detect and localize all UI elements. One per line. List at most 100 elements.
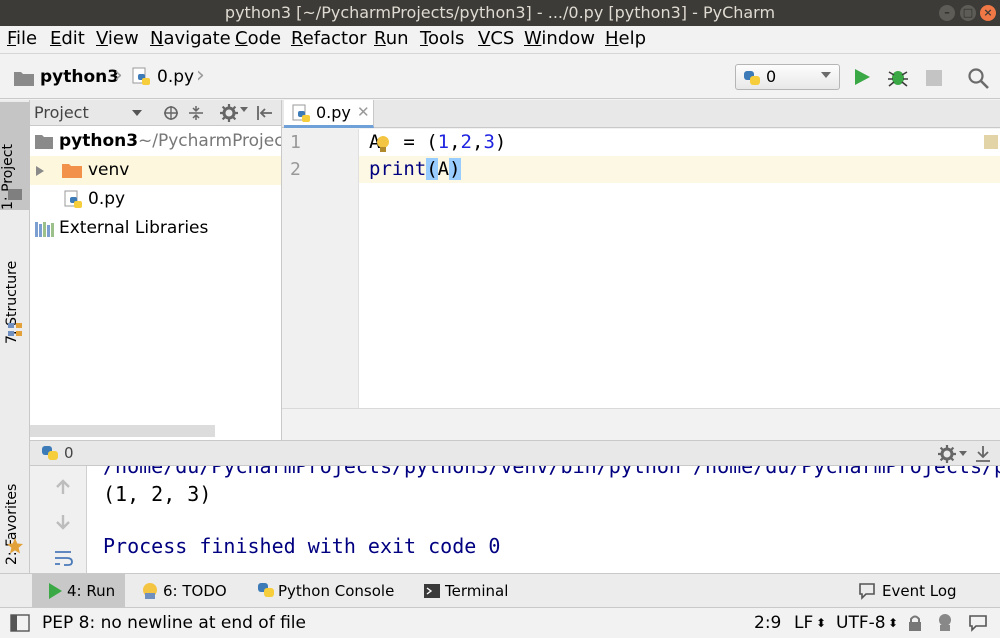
menu-file[interactable]: File (7, 28, 37, 49)
caret-position[interactable]: 2:9 (754, 613, 781, 633)
breadcrumb-file[interactable]: 0.py (157, 67, 194, 87)
console-output: (1, 2, 3) (103, 482, 212, 506)
arrow-down-icon[interactable] (54, 513, 72, 531)
project-panel-header: Project (30, 100, 281, 126)
todo-tool-tab-label: 6: TODO (163, 582, 227, 600)
soft-wrap-icon[interactable] (53, 548, 75, 568)
editor-gutter: 1 2 (282, 129, 359, 408)
folder-icon (14, 72, 34, 86)
inspection-icon[interactable] (936, 613, 954, 633)
python-icon (744, 71, 760, 85)
debug-icon[interactable] (886, 66, 910, 88)
minimize-button[interactable]: – (939, 5, 955, 21)
window-title: python3 [~/PycharmProjects/python3] - ..… (224, 3, 776, 22)
run-tool-tab-label: 4: Run (67, 582, 116, 600)
hide-tool-windows-icon[interactable] (10, 614, 30, 632)
lock-icon[interactable] (906, 614, 924, 632)
run-tab-label[interactable]: 0 (64, 444, 74, 462)
line-number: 1 (290, 132, 301, 153)
chevron-down-icon[interactable] (132, 110, 142, 116)
line-separator[interactable]: LF (794, 613, 813, 633)
python-console-tool-tab-label: Python Console (278, 582, 395, 600)
editor-tab-label: 0.py (316, 103, 351, 122)
menu-window[interactable]: Window (524, 28, 595, 49)
line-number: 2 (290, 159, 301, 180)
close-button[interactable]: × (980, 5, 996, 21)
python-file-icon (292, 104, 310, 122)
code-editor[interactable]: A = (1,2,3) print(A) (359, 129, 1000, 408)
chevron-right-icon[interactable] (34, 165, 46, 177)
chevron-updown-icon[interactable]: ⬍ (888, 616, 898, 630)
folder-icon (35, 135, 53, 149)
horizontal-scrollbar[interactable] (30, 425, 215, 437)
menu-navigate[interactable]: Navigate (150, 28, 231, 49)
tree-item-external-libraries[interactable]: External Libraries (30, 214, 281, 243)
python-console-tool-tab[interactable]: Python Console (253, 574, 403, 607)
run-tool-tab[interactable]: 4: Run (32, 574, 125, 607)
tree-item-venv[interactable]: venv (30, 156, 281, 185)
run-configuration-value: 0 (766, 67, 777, 86)
run-icon (49, 583, 62, 599)
python-icon (258, 583, 274, 597)
inspection-marker[interactable] (984, 135, 998, 149)
run-icon[interactable] (852, 67, 872, 87)
chevron-down-icon[interactable] (959, 451, 967, 456)
locate-icon[interactable] (163, 105, 179, 121)
folder-icon (62, 164, 82, 178)
todo-tool-tab[interactable]: 6: TODO (135, 574, 235, 607)
menu-help[interactable]: Help (605, 28, 646, 49)
chevron-updown-icon[interactable]: ⬍ (816, 616, 826, 630)
status-message: PEP 8: no newline at end of file (42, 613, 306, 633)
chevron-right-icon: › (114, 63, 123, 88)
structure-icon (8, 323, 22, 336)
lightbulb-icon[interactable] (375, 135, 391, 155)
tree-root-name: python3 (59, 131, 139, 151)
menu-vcs[interactable]: VCS (478, 28, 514, 49)
console-command: /home/du/PycharmProjects/python3/venv/bi… (103, 466, 1000, 478)
arrow-up-icon[interactable] (54, 478, 72, 496)
tree-root-path: ~/PycharmProjects/python3 (138, 131, 282, 151)
menu-tools[interactable]: Tools (420, 28, 464, 49)
file-encoding[interactable]: UTF-8 (836, 613, 886, 633)
window-title-bar: python3 [~/PycharmProjects/python3] - ..… (0, 0, 1000, 26)
terminal-tool-tab[interactable]: Terminal (420, 574, 520, 607)
search-icon[interactable] (967, 67, 991, 91)
project-panel: Project python3 ~/PycharmProjects/python… (30, 100, 282, 440)
close-icon[interactable]: ✕ (357, 103, 370, 121)
tree-item-file[interactable]: 0.py (30, 185, 281, 214)
tree-item-label: External Libraries (59, 218, 209, 238)
run-panel-header: 0 (30, 440, 1000, 466)
project-tab-icon (8, 189, 22, 200)
breadcrumb-project[interactable]: python3 (40, 67, 119, 87)
hide-panel-icon[interactable] (256, 105, 274, 121)
star-icon (7, 538, 23, 554)
gear-icon[interactable] (938, 445, 956, 463)
python-file-icon (132, 67, 150, 85)
terminal-icon (424, 584, 440, 598)
maximize-button[interactable]: □ (960, 5, 976, 21)
event-log-tool-tab[interactable]: Event Log (855, 574, 965, 607)
run-toolbar (30, 466, 87, 573)
menu-refactor[interactable]: Refactor (291, 28, 367, 49)
bottom-tool-tabs: 4: Run 6: TODO Python Console Terminal E… (0, 573, 1000, 607)
gear-icon[interactable] (220, 104, 238, 122)
run-configuration-select[interactable]: 0 (735, 64, 840, 90)
tree-item-root[interactable]: python3 ~/PycharmProjects/python3 (30, 127, 282, 156)
tree-item-label: 0.py (88, 189, 126, 209)
python-file-icon (64, 190, 82, 208)
notifications-icon[interactable] (968, 614, 988, 632)
chevron-right-icon: › (196, 63, 205, 88)
event-log-tool-tab-label: Event Log (882, 582, 957, 600)
menu-run[interactable]: Run (374, 28, 409, 49)
menu-view[interactable]: View (96, 28, 139, 49)
hide-panel-icon[interactable] (974, 445, 992, 463)
editor-tab-active[interactable]: 0.py ✕ (284, 100, 374, 128)
menu-edit[interactable]: Edit (50, 28, 85, 49)
menu-code[interactable]: Code (235, 28, 281, 49)
stop-icon[interactable] (924, 68, 944, 88)
status-bar: PEP 8: no newline at end of file 2:9 LF … (0, 607, 1000, 638)
project-view-selector[interactable]: Project (34, 103, 89, 122)
run-console[interactable]: /home/du/PycharmProjects/python3/venv/bi… (87, 466, 1000, 573)
chevron-down-icon[interactable] (240, 107, 248, 112)
collapse-all-icon[interactable] (188, 105, 204, 121)
